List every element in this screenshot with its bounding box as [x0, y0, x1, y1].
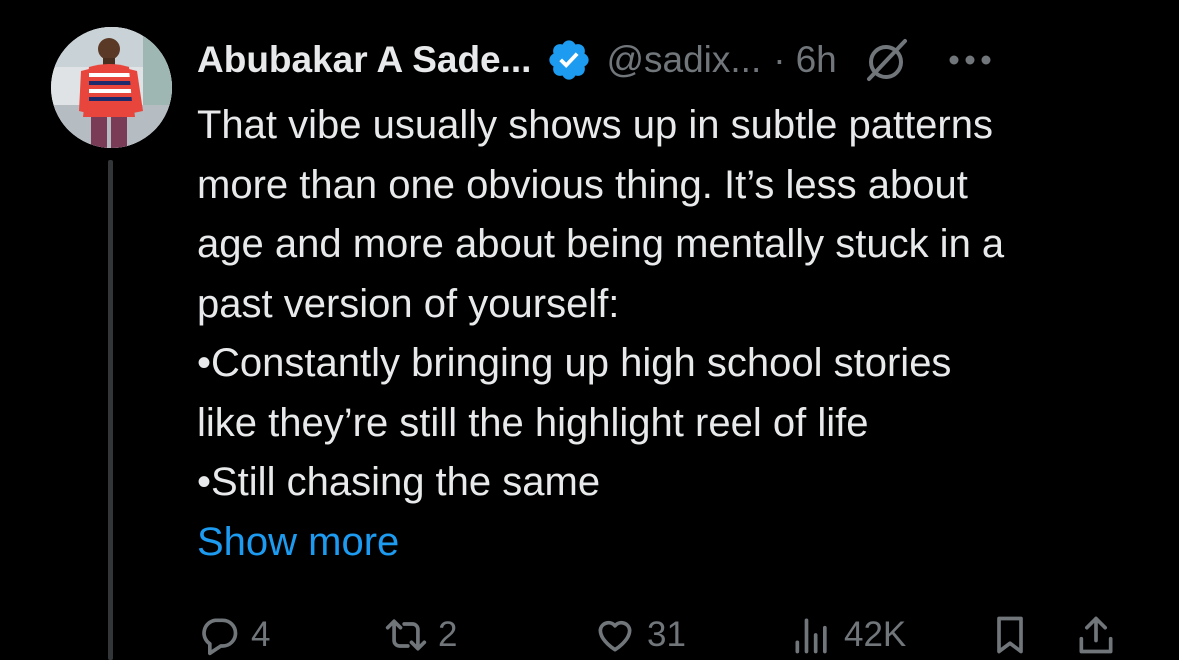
tweet-text-line: past version of yourself: [197, 281, 620, 326]
thread-line [108, 160, 113, 660]
timestamp[interactable]: 6h [796, 39, 837, 81]
tweet-text-line: •Still chasing the same [197, 460, 601, 504]
avatar-photo [51, 27, 172, 148]
tweet-text-line: That vibe usually shows up in subtle pat… [197, 103, 993, 147]
like-count: 31 [647, 615, 686, 654]
display-name[interactable]: Abubakar A Sade... [197, 39, 531, 81]
tweet-text-line: like they’re still the highlight reel of… [197, 400, 869, 445]
reply-count: 4 [251, 615, 271, 654]
reply-icon [202, 618, 238, 656]
like-button[interactable]: 31 [593, 610, 686, 660]
tweet-text: That vibe usually shows up in subtle pat… [197, 96, 1157, 513]
tweet-header: Abubakar A Sade... @sadix... · 6h [197, 30, 1157, 90]
grok-icon[interactable] [861, 35, 911, 85]
views-count: 42K [844, 615, 907, 654]
heart-icon [598, 620, 632, 652]
more-horizontal-icon[interactable] [947, 50, 993, 70]
tweet-text-line: age and more about being mentally stuck … [197, 222, 1005, 266]
verified-badge-icon[interactable] [546, 37, 592, 83]
views-icon [795, 618, 827, 654]
action-bar: 4 2 31 42K [0, 610, 1179, 660]
repost-count: 2 [438, 615, 458, 654]
tweet[interactable]: Abubakar A Sade... @sadix... · 6h That v… [0, 0, 1179, 660]
bookmark-icon [997, 616, 1023, 654]
separator-dot: · [773, 39, 786, 80]
handle[interactable]: @sadix... [606, 39, 761, 81]
avatar[interactable] [51, 27, 172, 148]
views-button[interactable]: 42K [790, 610, 906, 660]
repost-icon [385, 619, 427, 651]
bookmark-button[interactable] [988, 610, 1032, 660]
show-more-link[interactable]: Show more [197, 513, 399, 573]
tweet-text-line: more than one obvious thing. It’s less a… [197, 162, 968, 207]
reply-button[interactable]: 4 [197, 610, 270, 660]
tweet-text-line: •Constantly bringing up high school stor… [197, 341, 952, 385]
share-icon [1079, 616, 1113, 654]
share-button[interactable] [1074, 610, 1118, 660]
repost-button[interactable]: 2 [384, 610, 457, 660]
